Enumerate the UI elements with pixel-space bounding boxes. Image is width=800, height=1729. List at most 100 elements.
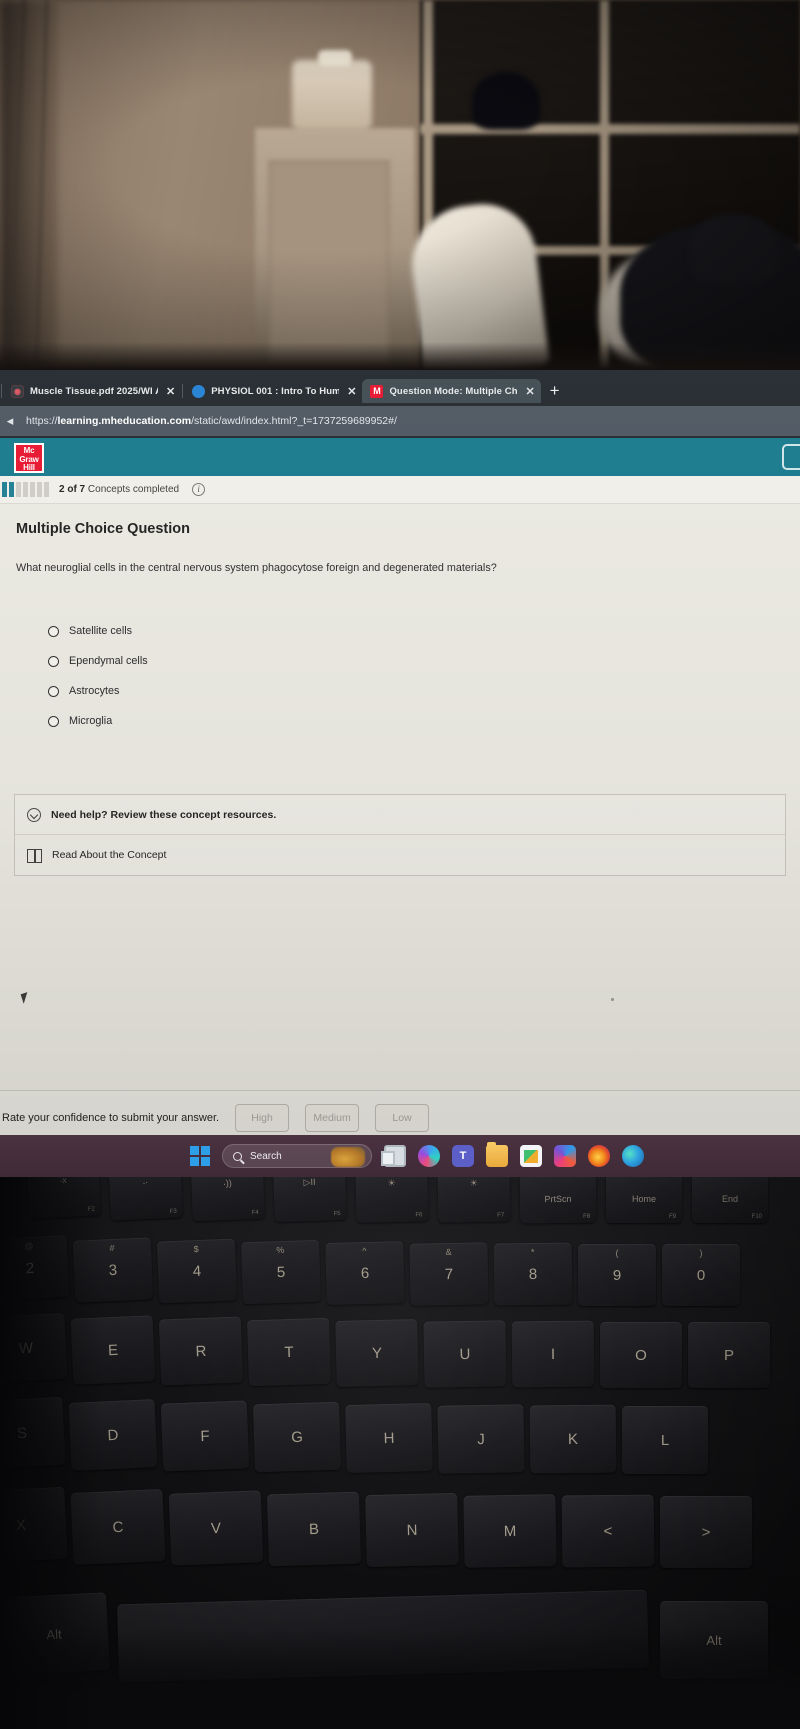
- back-arrow-icon[interactable]: ◂: [2, 413, 18, 429]
- key-label: 0: [696, 1266, 706, 1284]
- tab-divider: [1, 384, 2, 398]
- edge-icon[interactable]: [622, 1145, 644, 1167]
- key-label: E: [107, 1341, 119, 1359]
- key-label: M: [503, 1522, 517, 1540]
- key-h[interactable]: H: [345, 1402, 433, 1474]
- key-9[interactable]: ( 9: [578, 1244, 656, 1306]
- key-j[interactable]: J: [437, 1404, 525, 1474]
- answer-option-satellite-cells[interactable]: Satellite cells: [48, 616, 148, 646]
- browser-tab-muscle-tissue-pdf[interactable]: ◉ Muscle Tissue.pdf 2025/WI ANAT ✕: [3, 379, 181, 403]
- key-period[interactable]: >: [660, 1496, 752, 1568]
- taskbar-search-box[interactable]: Search: [222, 1144, 372, 1168]
- key-prtscn[interactable]: PrtScn F8: [519, 1177, 597, 1224]
- key-f7[interactable]: ☀ F7: [437, 1177, 511, 1223]
- radio-button-icon[interactable]: [48, 655, 59, 667]
- key-f[interactable]: F: [160, 1400, 250, 1472]
- new-tab-button[interactable]: +: [550, 381, 560, 401]
- browser-tab-question-mode[interactable]: M Question Mode: Multiple Choice ✕: [362, 379, 541, 403]
- firefox-icon[interactable]: [588, 1145, 610, 1167]
- header-menu-button[interactable]: [782, 444, 800, 470]
- key-f6[interactable]: ☀ F6: [355, 1177, 429, 1223]
- key-sublabel: ^: [362, 1245, 367, 1257]
- confidence-button-medium[interactable]: Medium: [305, 1104, 360, 1132]
- answer-option-microglia[interactable]: Microglia: [48, 706, 148, 736]
- taskbar-items: Search T: [190, 1142, 644, 1168]
- key-home[interactable]: Home F9: [606, 1177, 682, 1223]
- answer-option-label: Astrocytes: [69, 685, 120, 697]
- key-g[interactable]: G: [252, 1401, 342, 1473]
- file-explorer-icon[interactable]: [486, 1142, 508, 1167]
- progress-bar-segment: [37, 482, 42, 497]
- search-placeholder: Search: [250, 1150, 282, 1162]
- answer-option-astrocytes[interactable]: Astrocytes: [48, 676, 148, 706]
- key-r[interactable]: R: [158, 1316, 244, 1386]
- answer-option-label: Ependymal cells: [69, 655, 148, 667]
- key-sublabel: %: [276, 1244, 285, 1256]
- read-about-concept-link[interactable]: Read About the Concept: [15, 835, 785, 875]
- info-icon[interactable]: i: [192, 483, 206, 496]
- key-fnum: F8: [583, 1213, 591, 1220]
- key-4[interactable]: $ 4: [156, 1238, 238, 1304]
- radio-button-icon[interactable]: [48, 625, 59, 637]
- copilot-icon[interactable]: [418, 1145, 440, 1167]
- close-icon[interactable]: ✕: [164, 385, 175, 398]
- key-y[interactable]: Y: [335, 1319, 419, 1387]
- need-help-toggle[interactable]: Need help? Review these concept resource…: [15, 795, 785, 835]
- screenshot-root: ◉ Muscle Tissue.pdf 2025/WI ANAT ✕ PHYSI…: [0, 0, 800, 1729]
- key-t[interactable]: T: [246, 1317, 332, 1387]
- key-k[interactable]: K: [529, 1404, 617, 1474]
- key-5[interactable]: % 5: [241, 1239, 321, 1305]
- radio-button-icon[interactable]: [48, 715, 59, 727]
- progress-bar-segment: [23, 482, 28, 497]
- key-o[interactable]: O: [600, 1322, 682, 1388]
- progress-text: Concepts completed: [87, 484, 180, 495]
- confidence-button-high[interactable]: High: [235, 1104, 290, 1132]
- keyboard-left-shadow: [0, 1177, 104, 1729]
- key-m[interactable]: M: [463, 1494, 557, 1568]
- progress-bar-segment: [44, 482, 49, 497]
- key-n[interactable]: N: [365, 1492, 459, 1568]
- browser-tab-physiol-001[interactable]: PHYSIOL 001 : Intro To Human Ph ✕: [184, 379, 362, 403]
- key-label: P: [723, 1346, 734, 1364]
- key-7[interactable]: & 7: [409, 1242, 489, 1306]
- key-u[interactable]: U: [423, 1320, 507, 1388]
- browser-address-bar[interactable]: ◂ https://learning.mheducation.com/stati…: [0, 406, 800, 436]
- laptop-screen: ◉ Muscle Tissue.pdf 2025/WI ANAT ✕ PHYSI…: [0, 370, 800, 1135]
- office-icon[interactable]: [554, 1145, 576, 1167]
- task-view-icon[interactable]: [381, 1145, 406, 1167]
- key-0[interactable]: ) 0: [662, 1244, 740, 1306]
- close-icon[interactable]: ✕: [523, 385, 534, 398]
- windows-start-icon[interactable]: [190, 1146, 210, 1166]
- key-comma[interactable]: <: [561, 1494, 655, 1568]
- tab-title: PHYSIOL 001 : Intro To Human Ph: [211, 385, 340, 397]
- close-icon[interactable]: ✕: [345, 385, 356, 398]
- answer-option-ependymal-cells[interactable]: Ependymal cells: [48, 646, 148, 676]
- confidence-button-low[interactable]: Low: [375, 1104, 430, 1132]
- key-f3[interactable]: ⸳· F3: [108, 1177, 184, 1221]
- radio-button-icon[interactable]: [48, 685, 59, 697]
- key-label: T: [284, 1343, 294, 1361]
- key-8[interactable]: * 8: [493, 1242, 573, 1306]
- confidence-bar: Rate your confidence to submit your answ…: [0, 1090, 800, 1135]
- mcgraw-hill-logo[interactable]: Mc Graw Hill: [14, 443, 44, 473]
- key-label: <: [603, 1522, 613, 1540]
- url-path: /static/awd/index.html?_t=1737259689952#…: [191, 415, 397, 427]
- key-label: R: [195, 1342, 207, 1360]
- url-domain: learning.mheducation.com: [57, 415, 192, 427]
- microsoft-store-icon[interactable]: [520, 1145, 542, 1167]
- key-p[interactable]: P: [688, 1322, 770, 1388]
- teams-icon[interactable]: T: [452, 1145, 474, 1167]
- key-fnum: F10: [751, 1214, 762, 1220]
- read-about-concept-label: Read About the Concept: [52, 849, 167, 861]
- key-i[interactable]: I: [511, 1320, 595, 1388]
- key-end[interactable]: End F10: [692, 1177, 768, 1223]
- key-l[interactable]: L: [622, 1406, 708, 1474]
- key-6[interactable]: ^ 6: [325, 1241, 405, 1305]
- answer-option-label: Microglia: [69, 715, 113, 727]
- key-v[interactable]: V: [168, 1490, 264, 1566]
- key-label: 7: [444, 1265, 454, 1283]
- key-sublabel: *: [530, 1246, 535, 1258]
- key-b[interactable]: B: [266, 1491, 362, 1567]
- key-f5[interactable]: ▷II F5: [273, 1177, 347, 1223]
- key-f4[interactable]: ⸳)) F4: [191, 1177, 265, 1222]
